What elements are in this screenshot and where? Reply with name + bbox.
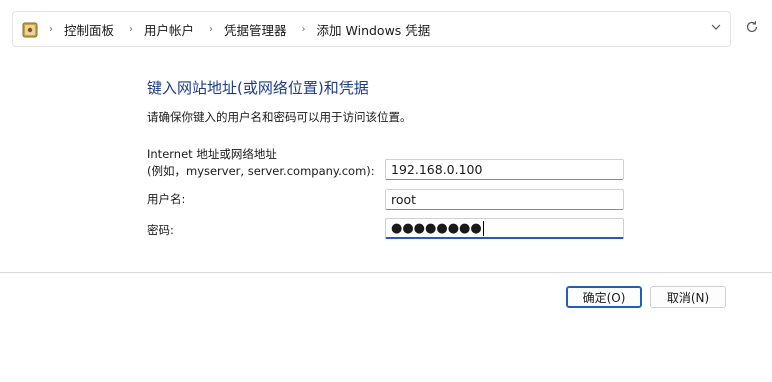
breadcrumb-item-user-accounts[interactable]: 用户帐户 xyxy=(144,20,194,39)
breadcrumb: › 控制面板 › 用户帐户 › 凭据管理器 › 添加 Windows 凭据 xyxy=(42,12,430,46)
address-bar[interactable]: › 控制面板 › 用户帐户 › 凭据管理器 › 添加 Windows 凭据 xyxy=(12,11,731,47)
breadcrumb-item-add-credential[interactable]: 添加 Windows 凭据 xyxy=(317,20,431,39)
ok-button[interactable]: 确定(O) xyxy=(566,286,642,308)
password-input[interactable]: ●●●●●●●● xyxy=(385,218,624,239)
address-input-value: 192.168.0.100 xyxy=(391,162,483,177)
breadcrumb-separator: › xyxy=(129,23,134,35)
breadcrumb-separator: › xyxy=(49,23,53,35)
address-label-line2: (例如，myserver, server.company.com): xyxy=(147,164,375,178)
username-label: 用户名: xyxy=(147,192,186,206)
password-input-value: ●●●●●●●● xyxy=(391,220,482,236)
password-label: 密码: xyxy=(147,223,174,237)
page-description: 请确保你键入的用户名和密码可以用于访问该位置。 xyxy=(147,110,412,124)
text-cursor xyxy=(482,220,484,236)
address-label-line1: Internet 地址或网络地址 xyxy=(147,147,277,161)
refresh-icon[interactable] xyxy=(744,19,760,35)
breadcrumb-item-control-panel[interactable]: 控制面板 xyxy=(64,20,114,39)
username-input[interactable]: root xyxy=(385,189,624,210)
breadcrumb-separator: › xyxy=(209,23,214,35)
cancel-button[interactable]: 取消(N) xyxy=(650,286,726,308)
divider xyxy=(0,272,772,273)
control-panel-icon xyxy=(22,22,38,38)
page-title: 键入网站地址(或网络位置)和凭据 xyxy=(147,79,369,97)
username-input-value: root xyxy=(391,192,417,207)
breadcrumb-separator: › xyxy=(301,23,306,35)
address-input[interactable]: 192.168.0.100 xyxy=(385,159,624,180)
chevron-down-icon[interactable] xyxy=(709,20,723,34)
breadcrumb-item-credential-manager[interactable]: 凭据管理器 xyxy=(224,20,287,39)
